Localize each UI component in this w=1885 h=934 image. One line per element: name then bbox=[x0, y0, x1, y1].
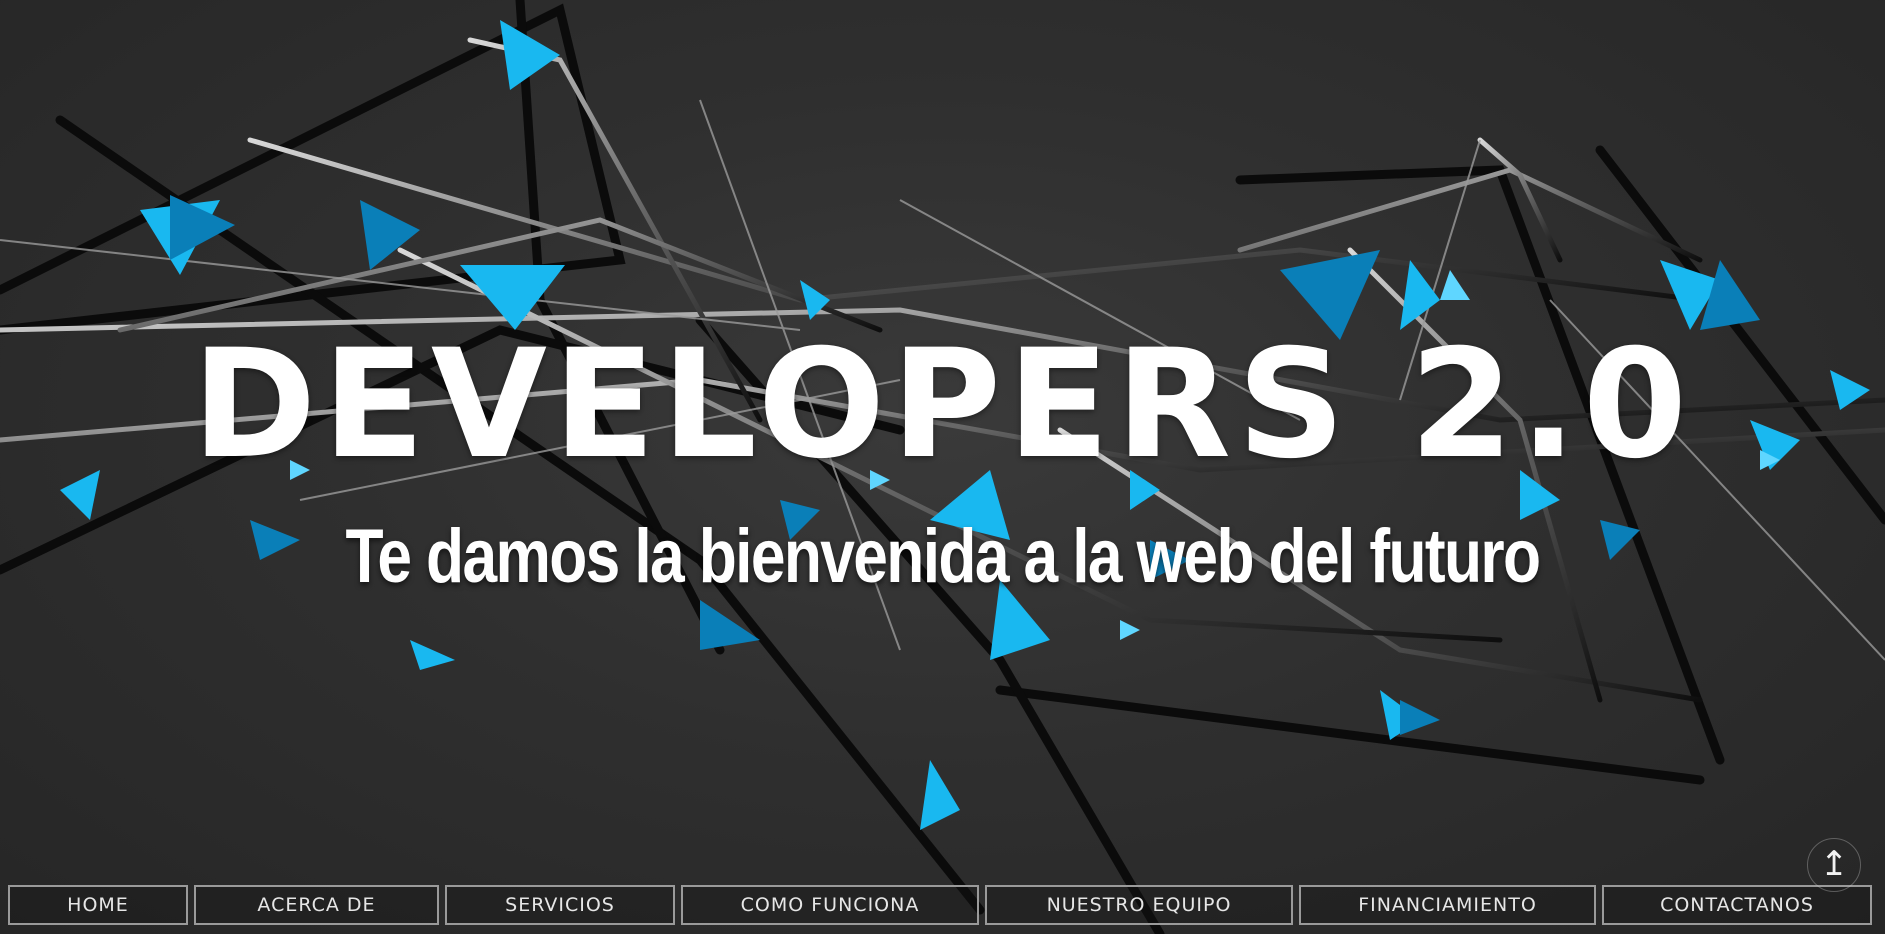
bottom-navigation: HOME ACERCA DE SERVICIOS COMO FUNCIONA N… bbox=[8, 885, 1878, 929]
nav-item-financiamiento[interactable]: FINANCIAMIENTO bbox=[1299, 885, 1596, 925]
scroll-to-top-button[interactable]: ↥ bbox=[1807, 838, 1861, 892]
nav-item-home[interactable]: HOME bbox=[8, 885, 188, 925]
page-subtitle: Te damos la bienvenida a la web del futu… bbox=[345, 514, 1542, 599]
nav-item-servicios[interactable]: SERVICIOS bbox=[445, 885, 675, 925]
nav-item-como-funciona[interactable]: COMO FUNCIONA bbox=[681, 885, 979, 925]
nav-item-nuestro-equipo[interactable]: NUESTRO EQUIPO bbox=[985, 885, 1293, 925]
arrow-up-icon: ↥ bbox=[1819, 844, 1849, 884]
nav-item-acerca-de[interactable]: ACERCA DE bbox=[194, 885, 439, 925]
hero-section: DEVELOPERS 2.0 Te damos la bienvenida a … bbox=[0, 0, 1885, 934]
page-title: DEVELOPERS 2.0 bbox=[191, 318, 1694, 492]
